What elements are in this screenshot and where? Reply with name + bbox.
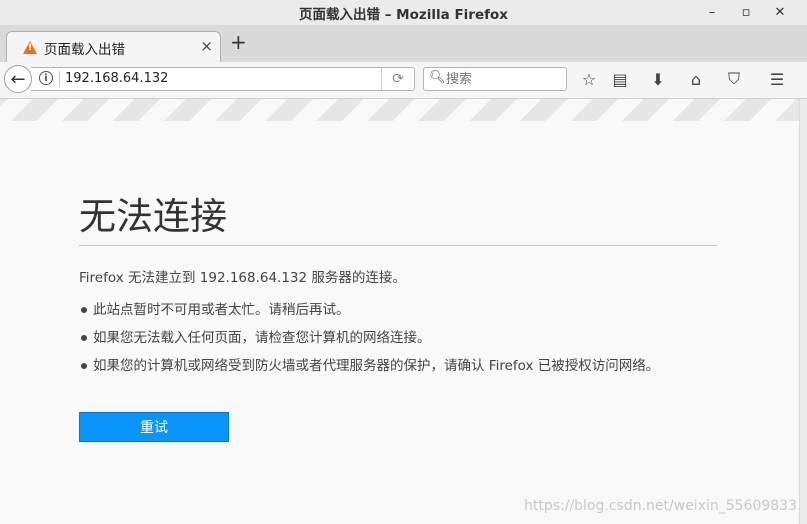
- search-bar[interactable]: 🔍︎: [423, 67, 567, 91]
- error-page-stripe-header: [0, 99, 800, 121]
- url-separator: [59, 71, 60, 87]
- window-titlebar: 页面载入出错 – Mozilla Firefox – ▫ ✕: [0, 0, 807, 26]
- url-text[interactable]: 192.168.64.132: [65, 71, 168, 86]
- suggestion-item: 如果您的计算机或网络受到防火墙或者代理服务器的保护，请确认 Firefox 已被…: [79, 357, 659, 385]
- pocket-icon[interactable]: ⛉: [722, 68, 746, 90]
- close-window-button[interactable]: ✕: [768, 0, 792, 24]
- url-bar[interactable]: i 192.168.64.132 ⟳: [31, 67, 415, 91]
- title-divider: [79, 245, 717, 246]
- search-icon: 🔍︎: [429, 70, 446, 85]
- maximize-button[interactable]: ▫: [734, 0, 758, 24]
- error-title: 无法连接: [79, 195, 227, 238]
- suggestion-item: 此站点暂时不可用或者太忙。请稍后再试。: [79, 301, 659, 329]
- bookmark-star-icon[interactable]: ☆: [577, 68, 601, 90]
- home-icon[interactable]: ⌂: [684, 68, 708, 90]
- info-icon[interactable]: i: [39, 71, 53, 85]
- reader-list-icon[interactable]: ▤: [608, 68, 632, 90]
- search-input[interactable]: [446, 70, 561, 88]
- tab-bar: ! 页面载入出错 ×: [0, 26, 807, 63]
- error-suggestions: 此站点暂时不可用或者太忙。请稍后再试。 如果您无法载入任何页面，请检查您计算机的…: [79, 301, 659, 385]
- navigation-toolbar: i 192.168.64.132 ⟳ ← 🔍︎ ☆ ▤ ⬇ ⌂ ⛉ ☰: [0, 62, 807, 99]
- menu-icon[interactable]: ☰: [765, 68, 789, 90]
- reload-icon[interactable]: ⟳: [381, 68, 414, 90]
- error-message: Firefox 无法建立到 192.168.64.132 服务器的连接。: [79, 270, 406, 286]
- retry-button[interactable]: 重试: [79, 412, 229, 442]
- window-title: 页面载入出错 – Mozilla Firefox: [299, 7, 508, 23]
- suggestion-item: 如果您无法载入任何页面，请检查您计算机的网络连接。: [79, 329, 659, 357]
- download-icon[interactable]: ⬇: [646, 68, 670, 90]
- tab-close-button[interactable]: ×: [200, 37, 213, 55]
- back-icon[interactable]: ←: [4, 65, 32, 93]
- minimize-button[interactable]: –: [700, 0, 724, 24]
- watermark: https://blog.csdn.net/weixin_55609833: [523, 498, 797, 514]
- scrollbar[interactable]: [799, 99, 807, 524]
- tab-title: 页面载入出错: [44, 42, 125, 58]
- warning-icon: !: [23, 41, 37, 54]
- tab-error-page[interactable]: ! 页面载入出错 ×: [6, 31, 221, 62]
- new-tab-button[interactable]: +: [230, 30, 247, 54]
